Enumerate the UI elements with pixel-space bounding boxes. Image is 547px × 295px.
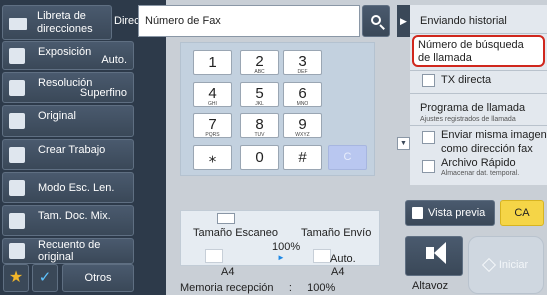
preview-label: Vista previa bbox=[428, 207, 486, 219]
memory-status: Memoria recepción : 100% bbox=[180, 282, 336, 294]
key-star[interactable]: ⁎ bbox=[193, 145, 232, 170]
key-0[interactable]: 0 bbox=[240, 145, 279, 170]
program-item[interactable]: Programa de llamada bbox=[420, 102, 525, 114]
key-5[interactable]: 5 JKL bbox=[240, 82, 279, 107]
preview-icon bbox=[412, 207, 423, 219]
search-icon bbox=[371, 15, 381, 25]
collapse-panel-tab[interactable]: ▶ bbox=[397, 5, 410, 37]
start-icon bbox=[481, 258, 496, 273]
page-icon bbox=[205, 249, 223, 263]
job-build-button[interactable]: Crear Trabajo bbox=[2, 139, 134, 170]
exposure-icon bbox=[9, 47, 25, 64]
program-sub: Ajustes registrados de llamada bbox=[420, 116, 516, 123]
exposure-value: Auto. bbox=[101, 54, 127, 66]
document-icon bbox=[217, 213, 235, 224]
speaker-label: Altavoz bbox=[412, 280, 449, 292]
clear-all-button[interactable]: CA bbox=[500, 200, 544, 226]
key-7[interactable]: 7 PQRS bbox=[193, 113, 232, 138]
original-count-icon bbox=[9, 243, 25, 259]
job-build-icon bbox=[9, 146, 25, 163]
key-9[interactable]: 9 WXYZ bbox=[283, 113, 322, 138]
slow-scan-button[interactable]: Modo Esc. Len. bbox=[2, 172, 134, 203]
start-label: Iniciar bbox=[498, 259, 529, 271]
scan-paper-value: A4 bbox=[221, 266, 235, 278]
start-button[interactable]: Iniciar bbox=[468, 236, 544, 294]
original-count-label: Recuento de original bbox=[38, 239, 101, 263]
send-size-value: Auto. bbox=[330, 253, 356, 265]
quick-file-checkbox[interactable] bbox=[422, 160, 435, 173]
address-book-label-1: Libreta de bbox=[37, 10, 86, 22]
address-book-button[interactable]: Libreta de direcciones bbox=[2, 5, 112, 40]
resolution-value: Superfino bbox=[79, 87, 127, 99]
original-button[interactable]: Original bbox=[2, 105, 134, 137]
tx-direct-label: TX directa bbox=[441, 74, 492, 86]
speaker-button[interactable] bbox=[405, 236, 463, 276]
key-1[interactable]: 1 bbox=[193, 50, 232, 75]
resolution-icon bbox=[9, 79, 25, 96]
job-build-label: Crear Trabajo bbox=[38, 144, 106, 156]
send-same-label: Enviar misma imagen como dirección fax bbox=[441, 129, 547, 155]
key-hash[interactable]: # bbox=[283, 145, 322, 170]
check-icon[interactable]: ✓ bbox=[32, 264, 58, 292]
mixed-size-icon bbox=[9, 212, 25, 229]
arrow-right-icon: ► bbox=[277, 253, 285, 262]
exposure-button[interactable]: Exposición Auto. bbox=[2, 41, 134, 70]
send-same-checkbox[interactable] bbox=[422, 131, 435, 144]
number-search-label-2: de llamada bbox=[418, 52, 472, 64]
star-icon[interactable]: ★ bbox=[3, 264, 29, 292]
key-6[interactable]: 6 MNO bbox=[283, 82, 322, 107]
ratio-value: 100% bbox=[272, 241, 301, 253]
key-3[interactable]: 3 DEF bbox=[283, 50, 322, 75]
key-2[interactable]: 2 ABC bbox=[240, 50, 279, 75]
original-count-button[interactable]: Recuento de original bbox=[2, 238, 134, 264]
number-search-label-1: Número de búsqueda bbox=[418, 39, 524, 51]
original-icon bbox=[9, 113, 25, 129]
quick-file-label: Archivo Rápido bbox=[441, 157, 516, 169]
mixed-size-button[interactable]: Tam. Doc. Mix. bbox=[2, 205, 134, 236]
send-history-item[interactable]: Enviando historial bbox=[420, 15, 507, 27]
search-button[interactable] bbox=[362, 5, 390, 37]
send-paper-value: A4 bbox=[331, 266, 345, 278]
scroll-down-icon[interactable]: ▼ bbox=[397, 137, 410, 150]
key-8[interactable]: 8 TUV bbox=[240, 113, 279, 138]
send-size-label: Tamaño Envío bbox=[301, 227, 372, 239]
resolution-button[interactable]: Resolución Superfino bbox=[2, 72, 134, 103]
number-search-item[interactable]: Número de búsqueda de llamada bbox=[412, 35, 545, 67]
speaker-icon bbox=[426, 247, 434, 259]
scan-info-panel: Tamaño Escaneo Tamaño Envío 100% ► Auto.… bbox=[180, 210, 380, 278]
exposure-label: Exposición bbox=[38, 46, 92, 58]
address-book-icon bbox=[9, 18, 27, 30]
page-icon bbox=[313, 249, 331, 263]
address-book-label-2: direcciones bbox=[37, 23, 93, 35]
quick-file-sub: Almacenar dat. temporal. bbox=[441, 170, 520, 177]
other-button[interactable]: Otros bbox=[62, 264, 134, 292]
clear-key[interactable]: C bbox=[328, 145, 367, 170]
original-label: Original bbox=[38, 110, 76, 122]
tx-direct-checkbox[interactable] bbox=[422, 74, 435, 87]
left-menu: Libreta de direcciones Exposición Auto. R… bbox=[0, 0, 166, 295]
scan-size-label: Tamaño Escaneo bbox=[193, 227, 278, 239]
fax-number-input[interactable]: Número de Fax bbox=[138, 5, 360, 37]
slow-scan-label: Modo Esc. Len. bbox=[38, 181, 115, 194]
preview-button[interactable]: Vista previa bbox=[405, 200, 495, 226]
mixed-size-label: Tam. Doc. Mix. bbox=[38, 210, 111, 222]
slow-scan-icon bbox=[9, 179, 25, 196]
key-4[interactable]: 4 GHI bbox=[193, 82, 232, 107]
